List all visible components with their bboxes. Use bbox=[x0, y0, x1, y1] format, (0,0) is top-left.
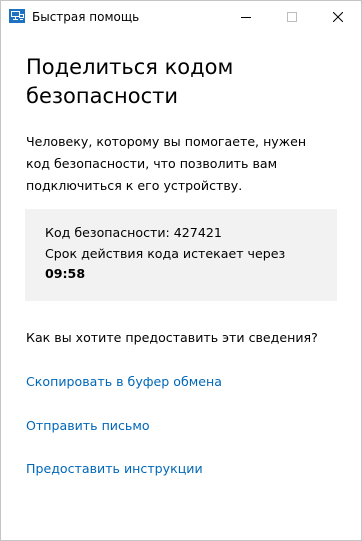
send-email-link[interactable]: Отправить письмо bbox=[26, 416, 150, 436]
title-bar[interactable]: Быстрая помощь bbox=[1, 1, 361, 32]
minimize-icon bbox=[241, 7, 251, 26]
close-icon bbox=[332, 7, 344, 26]
remote-assistance-icon bbox=[9, 8, 25, 24]
expiry-timer: 09:58 bbox=[45, 266, 86, 281]
maximize-icon bbox=[287, 7, 297, 26]
copy-to-clipboard-link[interactable]: Скопировать в буфер обмена bbox=[26, 372, 222, 392]
share-question: Как вы хотите предоставить эти сведения? bbox=[26, 330, 318, 345]
quick-assist-window: Быстрая помощь Поделиться кодом безопасн… bbox=[0, 0, 362, 541]
security-code-text: Код безопасности: 427421 bbox=[45, 225, 222, 240]
maximize-button[interactable] bbox=[269, 1, 315, 32]
provide-instructions-link[interactable]: Предоставить инструкции bbox=[26, 459, 203, 479]
page-title: Поделиться кодом безопасности bbox=[26, 55, 234, 108]
close-button[interactable] bbox=[315, 1, 361, 32]
description-text: Человеку, которому вы помогаете, нужен к… bbox=[26, 134, 307, 193]
security-code-panel: Код безопасности: 427421 Срок действия к… bbox=[25, 209, 337, 301]
expiry-label: Срок действия кода истекает через bbox=[45, 246, 286, 261]
window-title: Быстрая помощь bbox=[32, 10, 140, 24]
minimize-button[interactable] bbox=[223, 1, 269, 32]
